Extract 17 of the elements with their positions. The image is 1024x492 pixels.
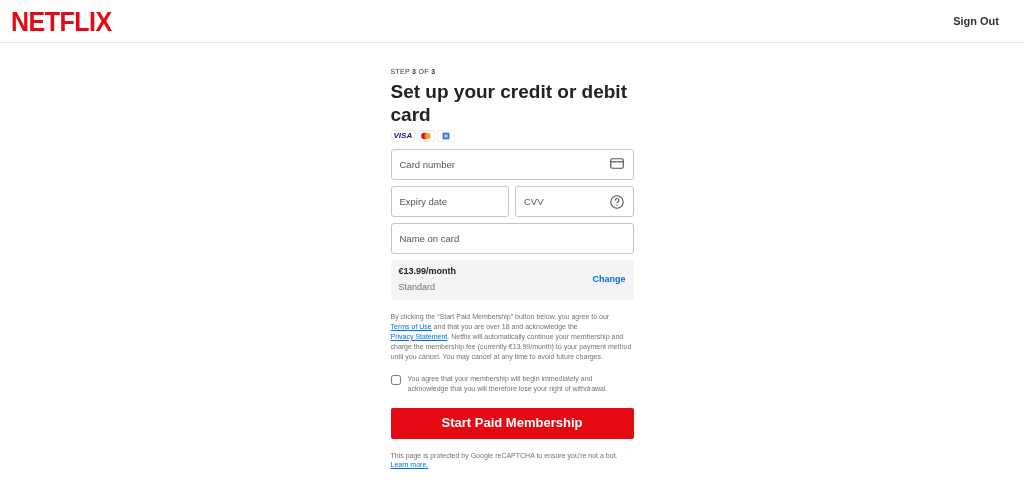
input-field[interactable]: CVV xyxy=(515,185,634,217)
plan-price: €13.99/month xyxy=(398,265,457,278)
change-link[interactable]: Change xyxy=(592,272,626,287)
credit-card-icon xyxy=(609,157,624,169)
consent-checkbox[interactable] xyxy=(390,374,401,385)
input-field[interactable]: Expiry date xyxy=(390,185,509,217)
page-title: Set up your credit or debit card xyxy=(390,79,628,126)
input-field[interactable]: Name on card xyxy=(390,222,634,254)
help-icon xyxy=(609,194,624,209)
visa-badge: VISA xyxy=(390,129,416,142)
mastercard-icon xyxy=(417,129,436,142)
plan-name: Standard xyxy=(398,280,437,294)
logo[interactable]: NETFLIX xyxy=(11,7,112,35)
input-field[interactable]: Card number xyxy=(390,148,634,180)
sign-out-link[interactable]: Sign Out xyxy=(953,12,999,30)
start-membership-button[interactable]: Start Paid Membership xyxy=(390,407,634,439)
card-brand-icon xyxy=(437,129,456,142)
